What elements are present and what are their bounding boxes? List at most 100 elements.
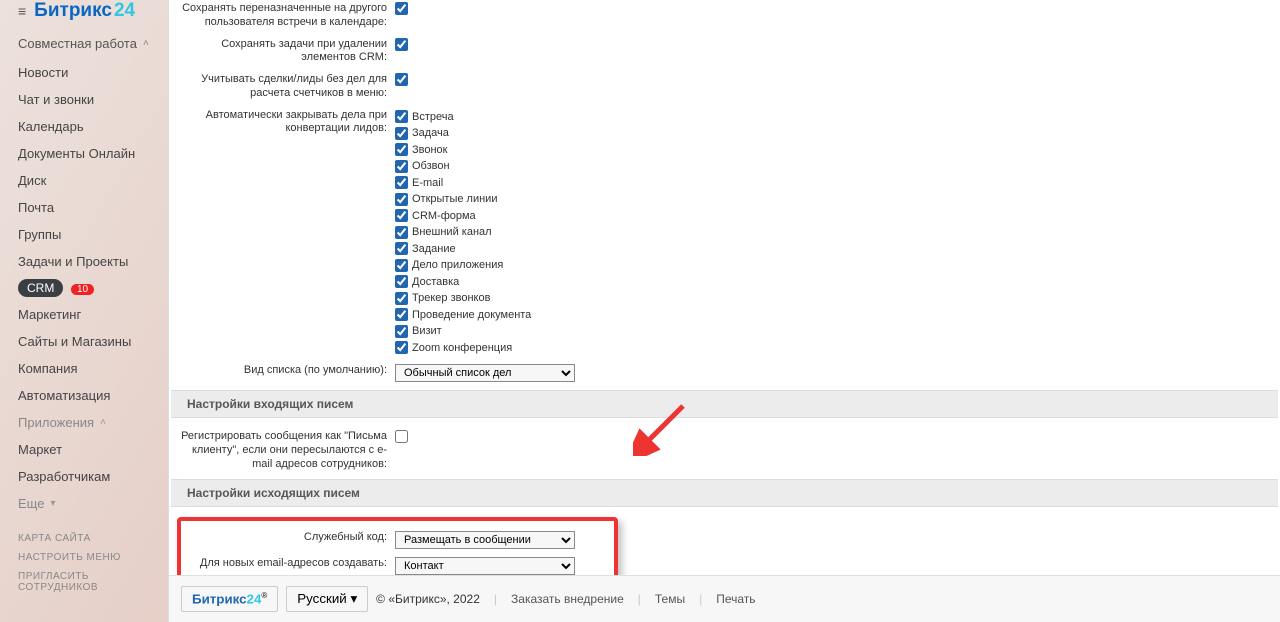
autoclose-checkbox[interactable] [395, 143, 408, 156]
setting-label: Автоматически закрывать дела при конверт… [179, 107, 395, 139]
separator: | [699, 592, 702, 606]
autoclose-label: Звонок [412, 142, 448, 159]
sidebar-nav-footer: КАРТА САЙТАНАСТРОИТЬ МЕНЮПРИГЛАСИТЬ СОТР… [0, 529, 168, 597]
autoclose-checklist: ВстречаЗадачаЗвонокОбзвонE-mailОткрытые … [395, 107, 1270, 359]
autoclose-checkbox[interactable] [395, 308, 408, 321]
autoclose-label: Задание [412, 241, 456, 258]
setting-label: Регистрировать сообщения как "Письма кли… [179, 428, 395, 473]
section-header-incoming: Настройки входящих писем [171, 390, 1278, 418]
sidebar-item[interactable]: Документы Онлайн [0, 140, 168, 167]
footer-brand-2: 24 [247, 592, 262, 607]
autoclose-checkbox[interactable] [395, 110, 408, 123]
footer-link-themes[interactable]: Темы [655, 592, 685, 606]
setting-checkbox-keep-tasks[interactable] [395, 38, 408, 51]
footer-link-order[interactable]: Заказать внедрение [511, 592, 624, 606]
setting-select-new-email[interactable]: Контакт [395, 557, 575, 575]
autoclose-item: E-mail [395, 175, 1270, 192]
main: Сохранять переназначенные на другого пол… [168, 0, 1280, 622]
sidebar-item-apps[interactable]: Приложения ˄ [0, 409, 168, 436]
setting-label: Сохранять переназначенные на другого пол… [179, 0, 395, 32]
setting-label: Сохранять задачи при удалении элементов … [179, 36, 395, 68]
sidebar-item[interactable]: Группы [0, 221, 168, 248]
sidebar-item[interactable]: Диск [0, 167, 168, 194]
autoclose-item: Трекер звонков [395, 290, 1270, 307]
sidebar-item[interactable]: Маркет [0, 436, 168, 463]
sidebar-item[interactable]: ПРИГЛАСИТЬ СОТРУДНИКОВ [0, 567, 168, 597]
autoclose-checkbox[interactable] [395, 242, 408, 255]
sidebar-active-pill: CRM [18, 279, 63, 297]
setting-row-keep-meetings: Сохранять переназначенные на другого пол… [171, 0, 1278, 32]
sidebar-nav-more: Еще ▾ [0, 490, 168, 517]
autoclose-item: Звонок [395, 142, 1270, 159]
autoclose-checkbox[interactable] [395, 176, 408, 189]
sidebar-nav-active: CRM 10 [0, 275, 168, 301]
sidebar-item[interactable]: Сайты и Магазины [0, 328, 168, 355]
autoclose-checkbox[interactable] [395, 275, 408, 288]
chevron-up-icon: ˄ [100, 417, 106, 428]
sidebar-item[interactable]: Почта [0, 194, 168, 221]
autoclose-label: Встреча [412, 109, 454, 126]
autoclose-label: Открытые линии [412, 191, 497, 208]
setting-row-counters: Учитывать сделки/лиды без дел для расчет… [171, 71, 1278, 103]
footer-lang-button[interactable]: Русский ▾ [286, 586, 368, 612]
sidebar-item[interactable]: Маркетинг [0, 301, 168, 328]
logo[interactable]: ≡ Битрикс24 [0, 0, 168, 28]
setting-select-listtype[interactable]: Обычный список дел [395, 364, 575, 382]
setting-row-service-code: Служебный код: Размещать в сообщении [183, 529, 612, 551]
sidebar-apps-label: Приложения [18, 415, 94, 430]
sidebar-item[interactable]: Компания [0, 355, 168, 382]
sidebar-nav-secondary: МаркетингСайты и МагазиныКомпанияАвтомат… [0, 301, 168, 409]
autoclose-item: Доставка [395, 274, 1270, 291]
sidebar-item[interactable]: Разработчикам [0, 463, 168, 490]
menu-icon[interactable]: ≡ [18, 3, 26, 19]
footer-copyright: © «Битрикс», 2022 [376, 592, 480, 606]
sidebar-item[interactable]: Задачи и Проекты [0, 248, 168, 275]
autoclose-item: Внешний канал [395, 224, 1270, 241]
setting-checkbox-keep-meetings[interactable] [395, 2, 408, 15]
sidebar-item[interactable]: НАСТРОИТЬ МЕНЮ [0, 548, 168, 567]
brand-name-2: 24 [114, 0, 135, 22]
autoclose-label: CRM-форма [412, 208, 476, 225]
settings-content: Сохранять переназначенные на другого пол… [169, 0, 1280, 575]
autoclose-checkbox[interactable] [395, 193, 408, 206]
setting-label: Служебный код: [191, 529, 395, 547]
sidebar-item[interactable]: КАРТА САЙТА [0, 529, 168, 548]
footer-link-print[interactable]: Печать [716, 592, 755, 606]
chevron-down-icon: ▾ [50, 498, 55, 509]
autoclose-label: Zoom конференция [412, 340, 512, 357]
autoclose-checkbox[interactable] [395, 341, 408, 354]
setting-checkbox-register-msg[interactable] [395, 430, 408, 443]
setting-select-service-code[interactable]: Размещать в сообщении [395, 531, 575, 549]
chevron-up-icon: ˄ [143, 38, 149, 49]
highlight-outgoing-settings: Служебный код: Размещать в сообщении Для… [177, 517, 618, 575]
sidebar-item[interactable]: Календарь [0, 113, 168, 140]
setting-checkbox-counters[interactable] [395, 73, 408, 86]
autoclose-checkbox[interactable] [395, 209, 408, 222]
brand-name-1: Битрикс [34, 0, 112, 22]
autoclose-checkbox[interactable] [395, 160, 408, 173]
sidebar-item[interactable]: Новости [0, 59, 168, 86]
sidebar-item-crm[interactable]: CRM 10 [0, 275, 168, 301]
sidebar-item[interactable]: Автоматизация [0, 382, 168, 409]
footer-brand-button[interactable]: Битрикс24® [181, 586, 278, 611]
autoclose-label: E-mail [412, 175, 443, 192]
sidebar-item[interactable]: Чат и звонки [0, 86, 168, 113]
sidebar-nav-apps-items: МаркетРазработчикам [0, 436, 168, 490]
autoclose-checkbox[interactable] [395, 226, 408, 239]
autoclose-checkbox[interactable] [395, 259, 408, 272]
autoclose-item: Проведение документа [395, 307, 1270, 324]
autoclose-label: Трекер звонков [412, 290, 490, 307]
autoclose-checkbox[interactable] [395, 292, 408, 305]
sidebar-active-badge: 10 [71, 284, 94, 295]
sidebar-section-collab[interactable]: Совместная работа ˄ [0, 28, 168, 59]
sidebar: ≡ Битрикс24 Совместная работа ˄ НовостиЧ… [0, 0, 168, 622]
setting-row-keep-tasks: Сохранять задачи при удалении элементов … [171, 36, 1278, 68]
autoclose-label: Дело приложения [412, 257, 503, 274]
chevron-down-icon: ▾ [350, 591, 357, 606]
autoclose-checkbox[interactable] [395, 127, 408, 140]
sidebar-nav-main: НовостиЧат и звонкиКалендарьДокументы Он… [0, 59, 168, 275]
autoclose-checkbox[interactable] [395, 325, 408, 338]
section-header-outgoing: Настройки исходящих писем [171, 479, 1278, 507]
sidebar-item-more[interactable]: Еще ▾ [0, 490, 168, 517]
autoclose-item: Zoom конференция [395, 340, 1270, 357]
